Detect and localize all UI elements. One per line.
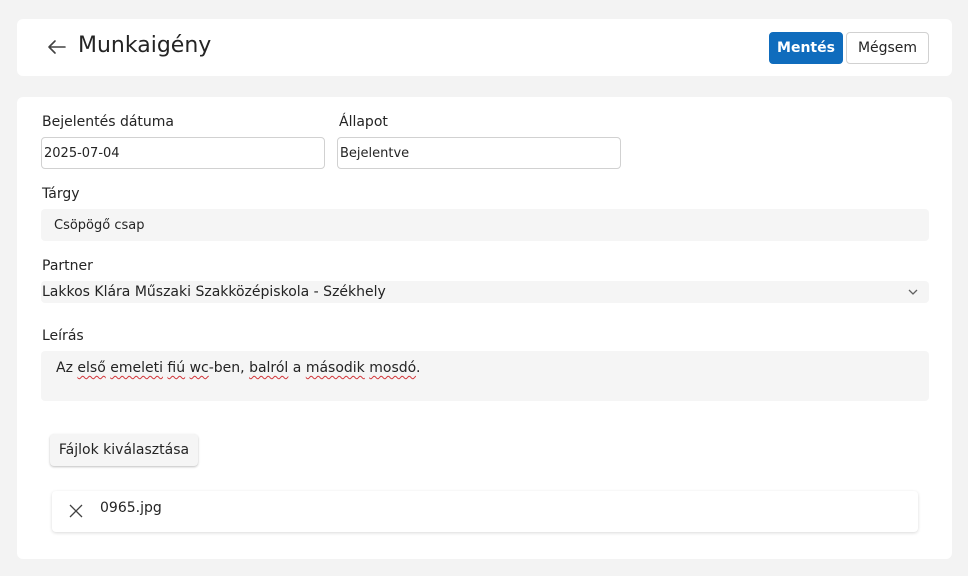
header-card: Munkaigény Mentés Mégsem [17,19,952,76]
save-button[interactable]: Mentés [769,32,843,64]
select-files-button[interactable]: Fájlok kiválasztása [50,434,198,466]
form-card: Bejelentés dátuma 2025-07-04 Állapot Bej… [17,97,952,559]
close-icon [69,504,83,518]
date-field[interactable]: 2025-07-04 [41,137,325,169]
partner-label: Partner [42,258,93,274]
cancel-button[interactable]: Mégsem [846,32,929,64]
partner-value: Lakkos Klára Műszaki Szakközépiskola - S… [42,284,386,300]
subject-field[interactable]: Csöpögő csap [41,209,929,241]
partner-select[interactable]: Lakkos Klára Műszaki Szakközépiskola - S… [41,281,929,303]
status-value: Bejelentve [340,145,410,161]
remove-file-button[interactable] [68,503,84,519]
file-list-item: 0965.jpg [52,491,918,532]
date-label: Bejelentés dátuma [42,114,174,130]
page-title: Munkaigény [78,33,212,58]
description-text: Az első emeleti fiú wc-ben, balról a más… [56,360,421,376]
date-value: 2025-07-04 [44,145,120,161]
file-name: 0965.jpg [100,500,162,516]
description-field[interactable]: Az első emeleti fiú wc-ben, balról a más… [41,351,929,401]
status-field[interactable]: Bejelentve [337,137,621,169]
back-button[interactable] [45,35,69,59]
chevron-down-icon [908,289,918,295]
status-label: Állapot [339,114,388,130]
description-label: Leírás [42,328,84,344]
arrow-left-icon [48,40,66,54]
subject-label: Tárgy [42,186,80,202]
subject-value: Csöpögő csap [54,217,145,233]
